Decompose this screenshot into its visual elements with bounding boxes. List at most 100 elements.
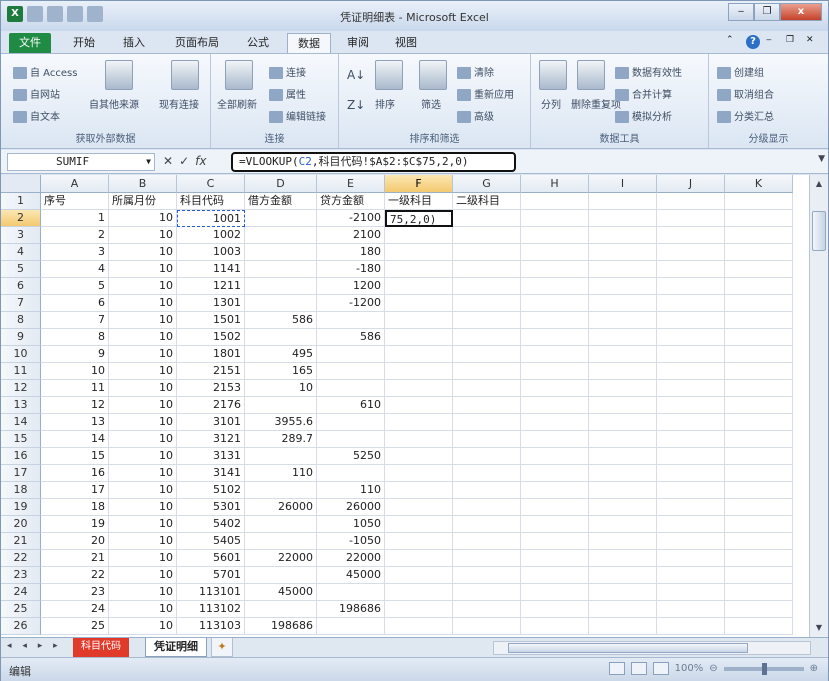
cancel-icon[interactable]: ✕ <box>163 154 173 168</box>
cell-d14[interactable]: 3955.6 <box>245 414 317 431</box>
cell-h1[interactable] <box>521 193 589 210</box>
cell-e9[interactable]: 586 <box>317 329 385 346</box>
cell-b13[interactable]: 10 <box>109 397 177 414</box>
column-header-h[interactable]: H <box>521 175 589 193</box>
cell-d23[interactable] <box>245 567 317 584</box>
cell-c18[interactable]: 5102 <box>177 482 245 499</box>
cell-e21[interactable]: -1050 <box>317 533 385 550</box>
cell-g23[interactable] <box>453 567 521 584</box>
cell-i26[interactable] <box>589 618 657 635</box>
cell-g17[interactable] <box>453 465 521 482</box>
cell-h22[interactable] <box>521 550 589 567</box>
row-header-15[interactable]: 15 <box>1 431 41 448</box>
cell-c22[interactable]: 5601 <box>177 550 245 567</box>
cell-i4[interactable] <box>589 244 657 261</box>
cell-h25[interactable] <box>521 601 589 618</box>
cell-j8[interactable] <box>657 312 725 329</box>
cell-g12[interactable] <box>453 380 521 397</box>
cell-a23[interactable]: 22 <box>41 567 109 584</box>
cell-e10[interactable] <box>317 346 385 363</box>
column-header-k[interactable]: K <box>725 175 793 193</box>
header-cell-e[interactable]: 贷方金额 <box>317 193 385 210</box>
cell-b14[interactable]: 10 <box>109 414 177 431</box>
row-header-4[interactable]: 4 <box>1 244 41 261</box>
cell-i14[interactable] <box>589 414 657 431</box>
cell-d26[interactable]: 198686 <box>245 618 317 635</box>
cell-c2[interactable]: 1001 <box>177 210 245 227</box>
cell-a25[interactable]: 24 <box>41 601 109 618</box>
row-header-8[interactable]: 8 <box>1 312 41 329</box>
horizontal-scroll-thumb[interactable] <box>508 643 748 653</box>
cell-h19[interactable] <box>521 499 589 516</box>
cell-i9[interactable] <box>589 329 657 346</box>
normal-view-icon[interactable] <box>608 662 625 675</box>
cell-i11[interactable] <box>589 363 657 380</box>
data-validation-button[interactable]: 数据有效性 <box>615 64 682 79</box>
zoom-slider[interactable] <box>723 662 804 675</box>
cell-j22[interactable] <box>657 550 725 567</box>
other-sources-icon[interactable] <box>105 60 133 90</box>
cell-c7[interactable]: 1301 <box>177 295 245 312</box>
cell-k5[interactable] <box>725 261 793 278</box>
cell-f23[interactable] <box>385 567 453 584</box>
cell-j25[interactable] <box>657 601 725 618</box>
cell-g13[interactable] <box>453 397 521 414</box>
name-box[interactable]: SUMIF ▼ <box>7 153 155 171</box>
cell-b4[interactable]: 10 <box>109 244 177 261</box>
cell-d11[interactable]: 165 <box>245 363 317 380</box>
cell-j1[interactable] <box>657 193 725 210</box>
cell-j5[interactable] <box>657 261 725 278</box>
cell-f24[interactable] <box>385 584 453 601</box>
cell-e14[interactable] <box>317 414 385 431</box>
cell-k13[interactable] <box>725 397 793 414</box>
cell-c12[interactable]: 2153 <box>177 380 245 397</box>
cell-h5[interactable] <box>521 261 589 278</box>
cell-j20[interactable] <box>657 516 725 533</box>
cell-i13[interactable] <box>589 397 657 414</box>
cell-d10[interactable]: 495 <box>245 346 317 363</box>
cell-g14[interactable] <box>453 414 521 431</box>
existing-connections-label[interactable]: 现有连接 <box>159 96 199 111</box>
refresh-all-label[interactable]: 全部刷新 <box>217 96 257 111</box>
zoom-in-icon[interactable]: ⊕ <box>810 663 818 674</box>
cell-a19[interactable]: 18 <box>41 499 109 516</box>
vertical-scroll-thumb[interactable] <box>812 211 826 251</box>
cell-c20[interactable]: 5402 <box>177 516 245 533</box>
tab-home[interactable]: 开始 <box>63 33 105 53</box>
column-header-j[interactable]: J <box>657 175 725 193</box>
cell-d12[interactable]: 10 <box>245 380 317 397</box>
cell-e23[interactable]: 45000 <box>317 567 385 584</box>
cell-b23[interactable]: 10 <box>109 567 177 584</box>
cell-g20[interactable] <box>453 516 521 533</box>
cell-k8[interactable] <box>725 312 793 329</box>
cell-g5[interactable] <box>453 261 521 278</box>
cell-h21[interactable] <box>521 533 589 550</box>
cell-j4[interactable] <box>657 244 725 261</box>
cell-j15[interactable] <box>657 431 725 448</box>
row-header-13[interactable]: 13 <box>1 397 41 414</box>
cell-c4[interactable]: 1003 <box>177 244 245 261</box>
reapply-button[interactable]: 重新应用 <box>457 86 514 101</box>
cell-b20[interactable]: 10 <box>109 516 177 533</box>
row-header-6[interactable]: 6 <box>1 278 41 295</box>
doc-minimize-icon[interactable]: ‒ <box>766 35 780 49</box>
row-header-3[interactable]: 3 <box>1 227 41 244</box>
cell-k25[interactable] <box>725 601 793 618</box>
row-header-26[interactable]: 26 <box>1 618 41 635</box>
row-header-16[interactable]: 16 <box>1 448 41 465</box>
filter-icon[interactable] <box>419 60 447 90</box>
row-header-17[interactable]: 17 <box>1 465 41 482</box>
row-header-12[interactable]: 12 <box>1 380 41 397</box>
cell-j14[interactable] <box>657 414 725 431</box>
cell-b26[interactable]: 10 <box>109 618 177 635</box>
tab-data[interactable]: 数据 <box>287 33 331 53</box>
cell-j24[interactable] <box>657 584 725 601</box>
cell-h12[interactable] <box>521 380 589 397</box>
row-header-18[interactable]: 18 <box>1 482 41 499</box>
cell-e7[interactable]: -1200 <box>317 295 385 312</box>
cell-c15[interactable]: 3121 <box>177 431 245 448</box>
cell-i7[interactable] <box>589 295 657 312</box>
header-cell-d[interactable]: 借方金额 <box>245 193 317 210</box>
cell-k21[interactable] <box>725 533 793 550</box>
sheet-tab-account-codes[interactable]: 科目代码 <box>73 638 129 657</box>
